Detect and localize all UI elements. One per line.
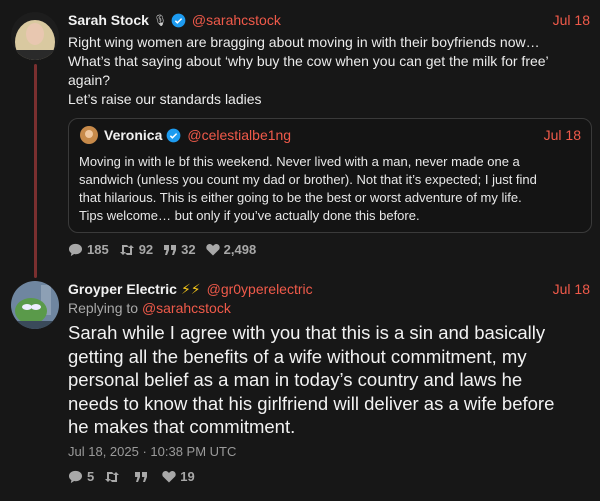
tweet-stats: 5 19 [68, 469, 205, 484]
quote-stat[interactable] [134, 471, 152, 483]
like-count: 19 [180, 469, 195, 484]
quoted-text: Moving in with le bf this weekend. Never… [79, 153, 583, 225]
tweet-text-line: getting all the benefits of a wife witho… [68, 345, 527, 367]
tweet-text-line: What’s that saying about ‘why buy the co… [68, 53, 549, 69]
quoted-tweet[interactable]: Veronica @celestialbe1ng Jul 18 Moving i… [68, 118, 592, 233]
retweet-stat[interactable] [104, 471, 124, 483]
reply-stat[interactable]: 5 [68, 469, 94, 484]
tweet-text: Right wing women are bragging about movi… [68, 33, 586, 109]
quoted-header: Veronica @celestialbe1ng Jul 18 [104, 125, 581, 145]
comment-icon [68, 243, 83, 256]
tweet-text-line: Sarah while I agree with you that this i… [68, 322, 546, 343]
heart-icon [205, 244, 220, 256]
tweet-text-line: Right wing women are bragging about movi… [68, 34, 540, 50]
quoted-text-line: that hilarious. This is either going to … [79, 190, 522, 205]
quoted-text-line: Tips welcome… but only if you’ve actuall… [79, 208, 420, 223]
quoted-date[interactable]: Jul 18 [544, 127, 581, 143]
heart-icon [162, 471, 176, 483]
reply-count: 5 [87, 469, 95, 484]
thread-line [34, 64, 37, 278]
tweet-date[interactable]: Jul 18 [553, 281, 590, 297]
avatar-veronica [80, 126, 98, 144]
author-name[interactable]: Sarah Stock [68, 12, 149, 28]
author-name[interactable]: Groyper Electric [68, 281, 177, 297]
replying-to: Replying to @sarahcstock [68, 300, 231, 316]
avatar-groyper[interactable] [11, 281, 59, 329]
microphone-icon: 🎙 [152, 14, 167, 27]
tweet-date[interactable]: Jul 18 [553, 12, 590, 28]
tweet-text-line: personal belief as a man in today’s coun… [68, 369, 523, 390]
verified-icon [171, 13, 186, 27]
author-handle[interactable]: @gr0yperelectric [207, 281, 313, 297]
tweet-text-line: again? [68, 72, 111, 88]
tweet-text: Sarah while I agree with you that this i… [68, 321, 586, 439]
quoted-text-line: Moving in with le bf this weekend. Never… [79, 154, 520, 169]
quote-icon [164, 244, 177, 255]
author-handle[interactable]: @sarahcstock [192, 12, 281, 28]
lightning-icon: ⚡⚡ [180, 280, 201, 297]
tweet-sarah[interactable]: Sarah Stock 🎙 @sarahcstock Jul 18 Right … [0, 0, 600, 278]
reply-count: 185 [87, 242, 109, 257]
tweet-stats: 185 92 32 2,498 [68, 242, 266, 257]
replying-prefix: Replying to [68, 300, 139, 316]
retweet-stat[interactable]: 92 [119, 242, 153, 257]
like-stat[interactable]: 2,498 [205, 242, 257, 257]
quoted-author-handle[interactable]: @celestialbe1ng [187, 127, 291, 143]
tweet-header: Groyper Electric ⚡⚡ @gr0yperelectric Jul… [68, 279, 590, 299]
retweet-icon [119, 244, 134, 255]
retweet-icon [105, 471, 120, 482]
avatar-sarah[interactable] [11, 12, 59, 60]
comment-icon [68, 470, 83, 483]
tweet-groyper[interactable]: Groyper Electric ⚡⚡ @gr0yperelectric Jul… [0, 270, 600, 501]
quoted-text-line: sandwich (unless you count my dad or bro… [79, 172, 537, 187]
tweet-text-line: Let’s raise our standards ladies [68, 91, 262, 107]
retweet-count: 92 [138, 242, 154, 257]
reply-stat[interactable]: 185 [68, 242, 109, 257]
quote-icon [135, 471, 148, 482]
tweet-header: Sarah Stock 🎙 @sarahcstock Jul 18 [68, 10, 590, 30]
quoted-author-name[interactable]: Veronica [104, 127, 162, 143]
tweet-timestamp[interactable]: Jul 18, 2025 · 10:38 PM UTC [68, 444, 236, 459]
tweet-text-line: needs to know that his girlfriend will d… [68, 392, 555, 414]
tweet-text-line: he makes that commitment. [68, 416, 296, 437]
verified-icon [167, 128, 181, 142]
quote-count: 32 [181, 242, 196, 257]
like-count: 2,498 [223, 242, 257, 257]
reply-mention-link[interactable]: @sarahcstock [142, 300, 231, 316]
like-stat[interactable]: 19 [162, 469, 195, 484]
quote-stat[interactable]: 32 [163, 242, 196, 257]
